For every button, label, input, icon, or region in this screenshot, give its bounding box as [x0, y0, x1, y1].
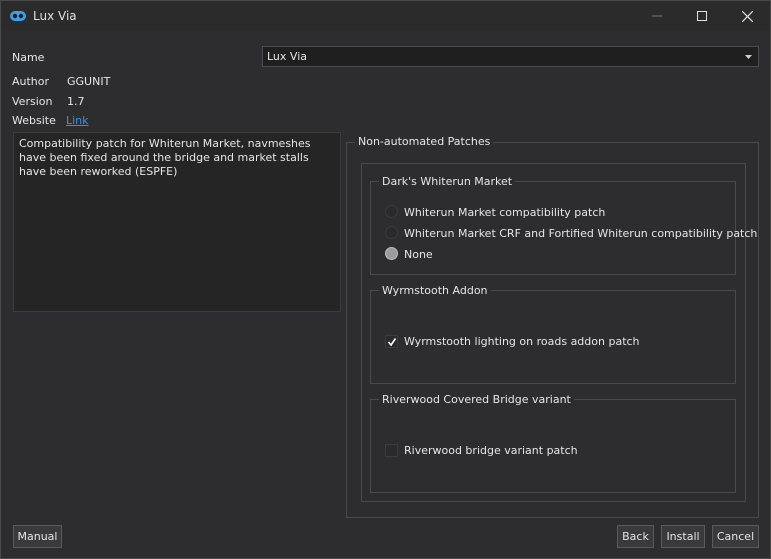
maximize-button[interactable] [679, 1, 725, 31]
name-select[interactable]: Lux Via [262, 46, 759, 67]
manual-button[interactable]: Manual [13, 525, 62, 548]
name-label: Name [12, 51, 45, 64]
radio-label-whiterun-market-crf[interactable]: Whiterun Market CRF and Fortified Whiter… [404, 227, 757, 240]
wyrmstooth-addon-title: Wyrmstooth Addon [379, 284, 491, 297]
close-icon [741, 10, 753, 22]
author-value: GGUNIT [67, 75, 111, 88]
radio-none[interactable] [385, 247, 398, 260]
checkbox-wyrmstooth-lighting[interactable] [385, 335, 398, 348]
checkbox-label-riverwood-bridge[interactable]: Riverwood bridge variant patch [404, 444, 578, 457]
website-link[interactable]: Link [66, 114, 89, 127]
app-icon [10, 11, 26, 21]
minimize-icon [652, 15, 662, 17]
author-label: Author [12, 75, 50, 88]
installer-window: Lux Via Name Lux Via Author GGUNIT Versi… [0, 0, 771, 559]
radio-whiterun-market-crf[interactable] [385, 226, 398, 239]
title-bar: Lux Via [1, 1, 770, 31]
website-label: Website [12, 114, 56, 127]
checkbox-riverwood-bridge[interactable] [385, 444, 398, 457]
radio-label-whiterun-market-compat[interactable]: Whiterun Market compatibility patch [404, 206, 605, 219]
riverwood-bridge-title: Riverwood Covered Bridge variant [379, 393, 574, 406]
install-button[interactable]: Install [661, 525, 705, 548]
back-button[interactable]: Back [617, 525, 654, 548]
chevron-down-icon [745, 55, 752, 59]
non-automated-patches-title: Non-automated Patches [355, 135, 494, 148]
version-value: 1.7 [67, 95, 85, 108]
radio-whiterun-market-compat[interactable] [385, 205, 398, 218]
maximize-icon [697, 11, 707, 21]
name-select-value: Lux Via [267, 50, 307, 63]
checkmark-icon [387, 338, 397, 347]
cancel-button[interactable]: Cancel [712, 525, 759, 548]
description-text: Compatibility patch for Whiterun Market,… [13, 132, 341, 312]
window-title: Lux Via [33, 9, 77, 23]
version-label: Version [12, 95, 53, 108]
close-button[interactable] [724, 1, 770, 31]
darks-whiterun-market-title: Dark's Whiterun Market [379, 175, 516, 188]
checkbox-label-wyrmstooth-lighting[interactable]: Wyrmstooth lighting on roads addon patch [404, 335, 640, 348]
radio-label-none[interactable]: None [404, 248, 433, 261]
minimize-button[interactable] [634, 1, 680, 31]
